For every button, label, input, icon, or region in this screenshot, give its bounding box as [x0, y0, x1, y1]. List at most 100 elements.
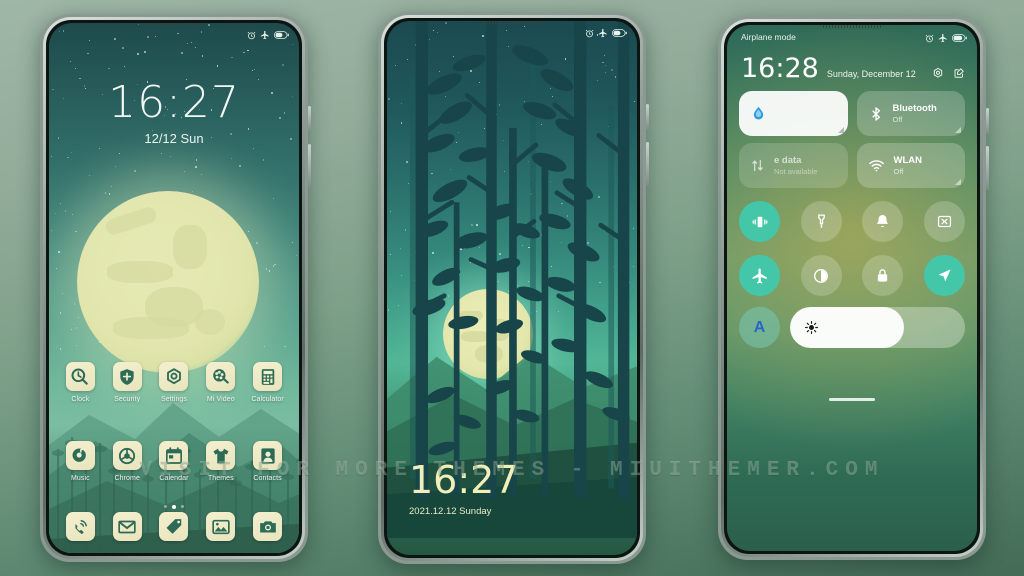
notes-tag-icon[interactable] [159, 512, 188, 541]
card-subtitle: Off [894, 167, 923, 177]
clock-time: 16:27 [49, 81, 299, 125]
card-title: e data [774, 155, 817, 167]
quick-settings-row-2: e data Not available WLAN Off [739, 143, 965, 188]
mail-icon[interactable] [113, 512, 142, 541]
app-row-2: Music Chrome Calendar Themes Contacts [49, 441, 299, 482]
brightness-slider-fill [790, 307, 904, 348]
airplane-icon [938, 33, 948, 43]
app-label: Contacts [249, 475, 287, 482]
app-mi-video[interactable]: Mi Video [202, 362, 240, 403]
power-button[interactable] [308, 106, 311, 132]
app-music[interactable]: Music [61, 441, 99, 482]
flashlight-icon [813, 213, 830, 230]
card-title: WLAN [894, 155, 923, 167]
water-card[interactable] [739, 91, 848, 136]
calculator-icon [253, 362, 282, 391]
phone-2-lock-screen: 16:27 2021.12.12 Sunday [378, 12, 646, 564]
toggle-grid [739, 201, 965, 296]
location-arrow-icon [936, 267, 953, 284]
clock-date: 12/12 Sun [49, 131, 299, 146]
app-label: Calculator [249, 396, 287, 403]
power-button[interactable] [646, 104, 649, 130]
status-label: Airplane mode [741, 32, 796, 42]
gear-icon [159, 362, 188, 391]
status-bar [49, 23, 299, 47]
mobile-data-card[interactable]: e data Not available [739, 143, 848, 188]
calendar-icon [159, 441, 188, 470]
toggle-row-1 [739, 201, 965, 242]
screenshot-scissors-icon [936, 213, 953, 230]
card-subtitle: Not available [774, 167, 817, 177]
auto-brightness-label: A [754, 319, 766, 337]
app-label: Themes [202, 475, 240, 482]
vibrate-toggle[interactable] [739, 201, 780, 242]
lock-icon [874, 267, 891, 284]
app-chrome[interactable]: Chrome [108, 441, 146, 482]
battery-icon [612, 29, 627, 37]
app-contacts[interactable]: Contacts [249, 441, 287, 482]
page-dot-active[interactable] [172, 505, 176, 509]
card-subtitle: Off [893, 115, 937, 125]
chrome-icon [113, 441, 142, 470]
music-note-icon [66, 441, 95, 470]
app-label: Settings [155, 396, 193, 403]
dark-mode-toggle[interactable] [801, 255, 842, 296]
volume-button[interactable] [986, 146, 989, 190]
ringtone-toggle[interactable] [862, 201, 903, 242]
flashlight-toggle[interactable] [801, 201, 842, 242]
app-settings[interactable]: Settings [155, 362, 193, 403]
lock-rotation-toggle[interactable] [862, 255, 903, 296]
sun-icon [804, 320, 819, 335]
airplane-icon [260, 30, 270, 40]
brightness-row: A [739, 307, 965, 348]
app-label: Security [108, 396, 146, 403]
app-label: Calendar [155, 475, 193, 482]
gallery-icon[interactable] [206, 512, 235, 541]
app-calendar[interactable]: Calendar [155, 441, 193, 482]
airplane-toggle[interactable] [739, 255, 780, 296]
phone-icon[interactable] [66, 512, 95, 541]
alarm-icon [925, 34, 934, 43]
wlan-card[interactable]: WLAN Off [857, 143, 966, 188]
settings-gear-icon[interactable] [932, 67, 944, 79]
page-dot[interactable] [181, 505, 184, 508]
data-transfer-icon [750, 158, 765, 173]
airplane-icon [598, 28, 608, 38]
quick-settings-row-1: Bluetooth Off [739, 91, 965, 136]
volume-button[interactable] [308, 144, 311, 188]
clock-date: 2021.12.12 Sunday [409, 506, 519, 517]
location-toggle[interactable] [924, 255, 965, 296]
home-indicator[interactable] [829, 398, 875, 402]
phone-1-home-screen: 16:27 12/12 Sun Clock Security Settings … [40, 14, 308, 562]
edit-icon[interactable] [953, 67, 965, 79]
expand-corner-icon[interactable] [955, 179, 961, 185]
page-dot[interactable] [164, 505, 167, 508]
expand-corner-icon[interactable] [955, 127, 961, 133]
control-center-header: 16:28 Sunday, December 12 [741, 55, 965, 82]
water-drop-icon [750, 105, 767, 122]
dock [49, 512, 299, 541]
power-button[interactable] [986, 108, 989, 134]
app-themes[interactable]: Themes [202, 441, 240, 482]
airplane-icon [751, 267, 769, 285]
app-calculator[interactable]: Calculator [249, 362, 287, 403]
alarm-icon [585, 29, 594, 38]
camera-icon[interactable] [253, 512, 282, 541]
brightness-slider[interactable] [790, 307, 965, 348]
expand-corner-icon[interactable] [838, 127, 844, 133]
app-row-1: Clock Security Settings Mi Video Calcula… [49, 362, 299, 403]
bluetooth-card[interactable]: Bluetooth Off [857, 91, 966, 136]
battery-icon [952, 34, 967, 42]
auto-brightness-toggle[interactable]: A [739, 307, 780, 348]
volume-button[interactable] [646, 142, 649, 186]
app-clock[interactable]: Clock [61, 362, 99, 403]
screenshot-toggle[interactable] [924, 201, 965, 242]
clock-icon [66, 362, 95, 391]
bluetooth-icon [868, 106, 884, 122]
app-security[interactable]: Security [108, 362, 146, 403]
app-label: Clock [61, 396, 99, 403]
film-reel-icon [206, 362, 235, 391]
phone-3-control-center: Airplane mode 16:28 Sunday, December 12 [718, 16, 986, 560]
lock-clock: 16:27 2021.12.12 Sunday [409, 461, 519, 517]
clock-time: 16:28 [741, 55, 819, 82]
